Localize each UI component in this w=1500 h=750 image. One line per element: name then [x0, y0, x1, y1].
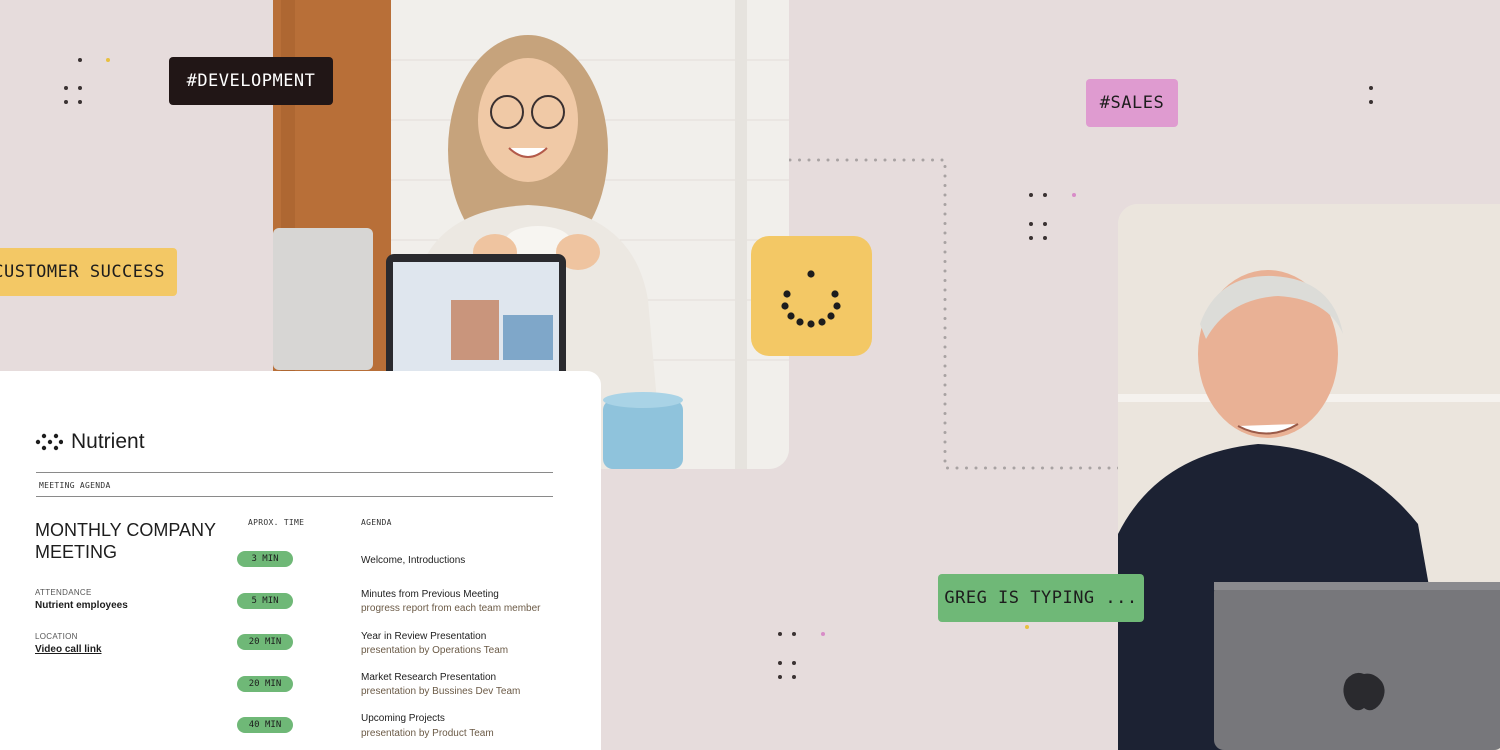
decor-dot — [64, 86, 68, 90]
decor-dot — [792, 675, 796, 679]
agenda-column-header: AGENDA — [361, 518, 392, 527]
decor-dot — [778, 632, 782, 636]
photo-man-at-laptop — [1118, 204, 1500, 750]
tag-customer-success: #CUSTOMER SUCCESS — [0, 248, 177, 296]
divider — [36, 472, 553, 473]
decor-dot — [792, 661, 796, 665]
agenda-item-title: Upcoming Projects — [361, 713, 445, 724]
typing-indicator: GREG IS TYPING ... — [938, 574, 1144, 622]
decor-dot — [64, 100, 68, 104]
time-pill: 5 MIN — [237, 593, 293, 609]
nutrient-logo-icon — [35, 433, 63, 451]
decor-dot — [778, 675, 782, 679]
agenda-item-title: Year in Review Presentation — [361, 631, 487, 642]
time-pill: 20 MIN — [237, 634, 293, 650]
decor-dot — [78, 86, 82, 90]
attendance-value: Nutrient employees — [35, 600, 128, 611]
attendance-label: ATTENDANCE — [35, 588, 92, 597]
decor-dot — [106, 58, 110, 62]
agenda-item-subtitle: presentation by Bussines Dev Team — [361, 686, 521, 697]
divider — [36, 496, 553, 497]
agenda-item-subtitle: presentation by Product Team — [361, 728, 494, 739]
document-header: MEETING AGENDA — [39, 481, 111, 490]
agenda-item-title: Welcome, Introductions — [361, 555, 466, 566]
brand-name: Nutrient — [71, 430, 145, 453]
meeting-title: MONTHLY COMPANY MEETING — [35, 520, 216, 562]
time-pill: 20 MIN — [237, 676, 293, 692]
decor-dot — [78, 100, 82, 104]
tag-development: #DEVELOPMENT — [169, 57, 333, 105]
agenda-item-title: Minutes from Previous Meeting — [361, 589, 499, 600]
agenda-item-subtitle: presentation by Operations Team — [361, 645, 509, 656]
time-pill: 3 MIN — [237, 551, 293, 567]
decor-dot — [792, 632, 796, 636]
video-call-link[interactable]: Video call link — [35, 644, 102, 655]
decor-dot — [778, 661, 782, 665]
decor-dot — [1025, 625, 1029, 629]
time-column-header: APROX. TIME — [248, 518, 305, 527]
agenda-item-subtitle: progress report from each team member — [361, 603, 541, 614]
location-label: LOCATION — [35, 632, 78, 641]
decor-dot — [78, 58, 82, 62]
tag-sales: #SALES — [1086, 79, 1178, 127]
decor-dot — [821, 632, 825, 636]
decor-dot — [1369, 86, 1373, 90]
decor-dot — [1369, 100, 1373, 104]
agenda-item-title: Market Research Presentation — [361, 672, 497, 683]
time-pill: 40 MIN — [237, 717, 293, 733]
brand-logo: Nutrient — [35, 430, 145, 454]
loading-spinner-icon — [751, 236, 872, 356]
